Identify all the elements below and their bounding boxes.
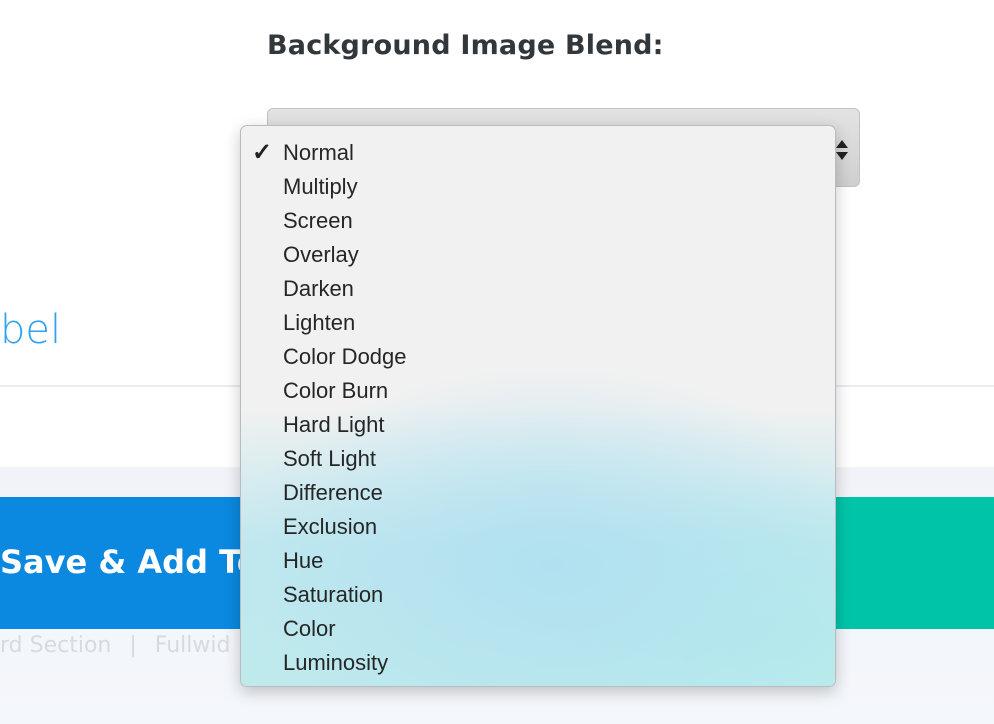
option-luminosity[interactable]: Luminosity <box>241 646 835 680</box>
option-hue[interactable]: Hue <box>241 544 835 578</box>
section-label: bel <box>0 307 62 353</box>
field-heading: Background Image Blend: <box>267 30 664 61</box>
option-label: Darken <box>283 276 354 301</box>
option-label: Difference <box>283 480 383 505</box>
option-exclusion[interactable]: Exclusion <box>241 510 835 544</box>
option-label: Overlay <box>283 242 359 267</box>
footer-separator: | <box>129 633 137 658</box>
option-label: Soft Light <box>283 446 376 471</box>
option-difference[interactable]: Difference <box>241 476 835 510</box>
option-darken[interactable]: Darken <box>241 272 835 306</box>
option-color-dodge[interactable]: Color Dodge <box>241 340 835 374</box>
option-color[interactable]: Color <box>241 612 835 646</box>
save-add-button-label: Save & Add To <box>0 543 240 581</box>
option-label: Hue <box>283 548 324 573</box>
option-soft-light[interactable]: Soft Light <box>241 442 835 476</box>
blend-options-list: ✓ Normal Multiply Screen Overlay Darken L… <box>241 136 835 680</box>
option-color-burn[interactable]: Color Burn <box>241 374 835 408</box>
checkmark-icon: ✓ <box>252 139 273 166</box>
option-label: Lighten <box>283 310 356 335</box>
option-label: Color Burn <box>283 378 389 403</box>
blend-dropdown-menu: ✓ Normal Multiply Screen Overlay Darken L… <box>240 125 836 687</box>
option-label: Normal <box>283 140 354 165</box>
option-screen[interactable]: Screen <box>241 204 835 238</box>
footer-link-fullwidth[interactable]: Fullwid <box>155 633 231 658</box>
option-label: Hard Light <box>283 412 385 437</box>
option-normal[interactable]: ✓ Normal <box>241 136 835 170</box>
option-label: Color Dodge <box>283 344 407 369</box>
option-label: Screen <box>283 208 353 233</box>
secondary-button[interactable] <box>836 497 994 629</box>
option-saturation[interactable]: Saturation <box>241 578 835 612</box>
save-add-button[interactable]: Save & Add To <box>0 497 240 629</box>
option-label: Color <box>283 616 336 641</box>
option-label: Luminosity <box>283 650 389 675</box>
option-hard-light[interactable]: Hard Light <box>241 408 835 442</box>
option-label: Saturation <box>283 582 384 607</box>
option-lighten[interactable]: Lighten <box>241 306 835 340</box>
option-label: Multiply <box>283 174 358 199</box>
option-overlay[interactable]: Overlay <box>241 238 835 272</box>
footer-links: rd Section | Fullwid <box>0 633 240 669</box>
option-label: Exclusion <box>283 514 378 539</box>
option-multiply[interactable]: Multiply <box>241 170 835 204</box>
footer-link-section[interactable]: rd Section <box>0 633 111 658</box>
updown-arrows-icon <box>836 140 848 160</box>
